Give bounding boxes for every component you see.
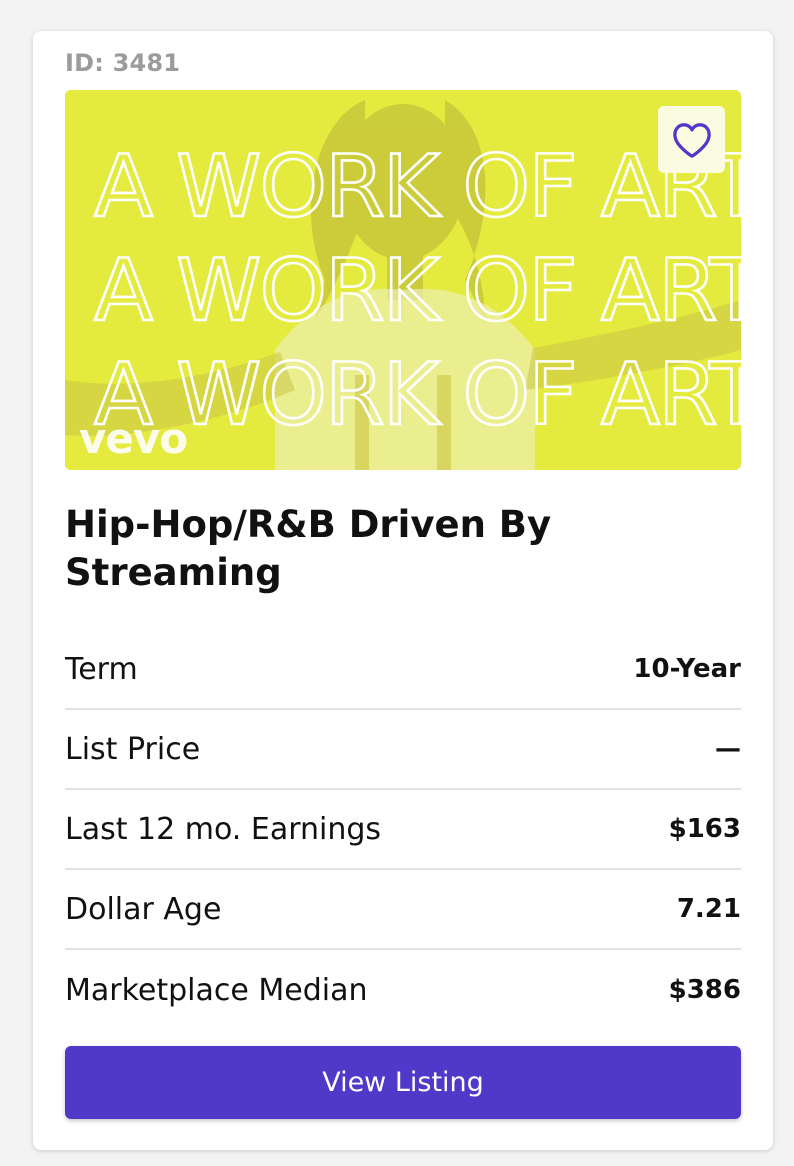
stat-value: 7.21 bbox=[676, 894, 741, 924]
stat-label: Dollar Age bbox=[65, 891, 222, 927]
stat-row-list-price: List Price — bbox=[65, 710, 741, 790]
listing-thumbnail: A WORK OF ART A WORK OF ART A WORK OF AR… bbox=[65, 90, 741, 470]
stat-label: Last 12 mo. Earnings bbox=[65, 811, 382, 847]
stat-value: $386 bbox=[668, 975, 741, 1005]
stat-value: — bbox=[715, 734, 741, 764]
heart-icon bbox=[672, 122, 711, 158]
thumbnail-text-line-1: A WORK OF ART bbox=[94, 137, 741, 237]
listing-id: ID: 3481 bbox=[65, 49, 181, 77]
stat-label: Marketplace Median bbox=[65, 972, 368, 1008]
view-listing-button[interactable]: View Listing bbox=[65, 1046, 741, 1119]
stat-value: $163 bbox=[668, 814, 741, 844]
vevo-watermark: vevo bbox=[79, 414, 187, 463]
stat-row-dollar-age: Dollar Age 7.21 bbox=[65, 870, 741, 950]
stat-row-earnings: Last 12 mo. Earnings $163 bbox=[65, 790, 741, 870]
listing-title: Hip-Hop/R&B Driven By Streaming bbox=[65, 503, 552, 594]
thumbnail-text-line-2: A WORK OF ART bbox=[94, 241, 741, 341]
thumbnail-text-line-3: A WORK OF ART bbox=[94, 345, 741, 445]
stat-value: 10-Year bbox=[633, 654, 741, 684]
thumbnail-art: A WORK OF ART A WORK OF ART A WORK OF AR… bbox=[65, 90, 741, 470]
stat-row-term: Term 10-Year bbox=[65, 630, 741, 710]
stat-row-marketplace-median: Marketplace Median $386 bbox=[65, 950, 741, 1030]
favorite-button[interactable] bbox=[658, 106, 725, 173]
listing-stats: Term 10-Year List Price — Last 12 mo. Ea… bbox=[65, 630, 741, 1030]
stat-label: Term bbox=[65, 651, 138, 687]
listing-card: ID: 3481 A WORK OF ART A WORK OF ART A W… bbox=[33, 31, 773, 1150]
stat-label: List Price bbox=[65, 731, 201, 767]
